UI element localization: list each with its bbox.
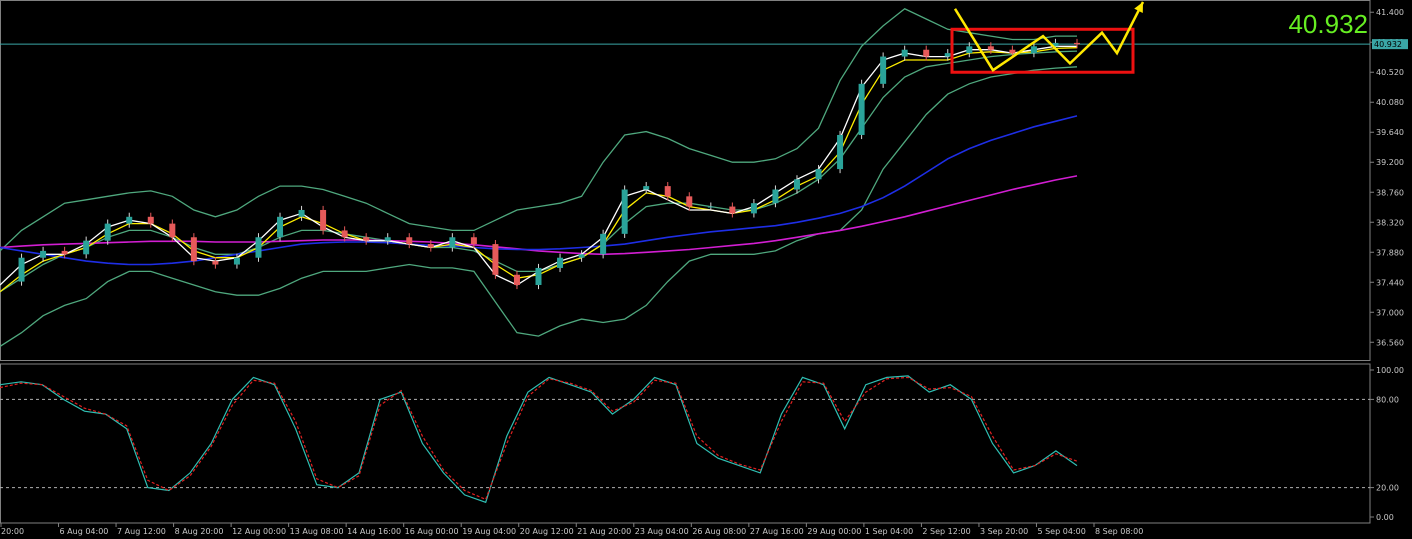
candle-body — [944, 53, 951, 57]
candle-body — [190, 237, 197, 262]
time-tick-label: 19 Aug 04:00 — [462, 527, 516, 536]
current-price-tag-label: 40.932 — [1374, 40, 1402, 49]
candle-body — [729, 206, 736, 214]
candle-body — [664, 186, 671, 197]
price-tick-label: 37.000 — [1376, 308, 1404, 317]
candle-body — [492, 244, 499, 275]
time-tick-label: 3 Sep 20:00 — [980, 527, 1028, 536]
candle-body — [147, 216, 154, 224]
oscillator-tick-label: 20.00 — [1376, 484, 1399, 493]
candle-body — [126, 216, 133, 224]
candle-body — [363, 237, 370, 241]
candle-body — [793, 179, 800, 190]
oscillator-tick-label: 100.00 — [1376, 366, 1404, 375]
candle-body — [815, 169, 822, 180]
price-tick-label: 40.080 — [1376, 98, 1404, 107]
time-tick-label: 23 Aug 04:00 — [635, 527, 689, 536]
time-tick-label: 1 Sep 04:00 — [865, 527, 913, 536]
candle-body — [61, 250, 68, 255]
candle-body — [169, 223, 176, 238]
candle-body — [277, 216, 284, 238]
candle-body — [104, 223, 111, 241]
candle-body — [1074, 42, 1080, 45]
time-tick-label: 13 Aug 08:00 — [290, 527, 344, 536]
candle-body — [449, 237, 456, 248]
chart-background — [0, 0, 1412, 539]
candle-body — [341, 230, 348, 238]
price-tick-label: 40.520 — [1376, 68, 1404, 77]
candle-body — [621, 189, 628, 234]
candle-body — [18, 257, 25, 282]
price-tick-label: 39.640 — [1376, 128, 1404, 137]
candle-body — [513, 274, 520, 285]
candle-body — [600, 233, 607, 255]
candle-body — [901, 49, 908, 57]
candle-body — [578, 254, 585, 258]
time-tick-label: 16 Aug 00:00 — [405, 527, 459, 536]
time-tick-label: 8 Aug 20:00 — [175, 527, 224, 536]
time-tick-label: 20 Aug 12:00 — [520, 527, 574, 536]
price-tick-label: 41.400 — [1376, 8, 1404, 17]
candle-body — [557, 257, 564, 268]
time-tick-label: 6 Aug 04:00 — [60, 527, 109, 536]
candle-body — [1009, 49, 1016, 54]
trading-chart: 41.40040.96040.52040.08039.64039.20038.7… — [0, 0, 1412, 539]
candle-body — [384, 237, 391, 241]
candle-body — [427, 244, 434, 248]
candle-body — [987, 46, 994, 50]
candle-body — [40, 250, 47, 258]
price-tick-label: 36.560 — [1376, 338, 1404, 347]
time-tick-label: 2 Sep 12:00 — [922, 527, 970, 536]
candle-body — [83, 240, 90, 255]
time-tick-label: 29 Aug 00:00 — [807, 527, 861, 536]
price-tick-label: 37.880 — [1376, 248, 1404, 257]
candle-body — [535, 267, 542, 285]
price-tick-label: 37.440 — [1376, 278, 1404, 287]
time-tick-label: 12 Aug 00:00 — [232, 527, 286, 536]
candle-body — [837, 134, 844, 170]
candle-body — [772, 189, 779, 204]
candle-body — [858, 83, 865, 135]
current-price-label: 40.932 — [1288, 9, 1368, 39]
time-tick-label: 27 Aug 16:00 — [750, 527, 804, 536]
time-tick-label: 5 Sep 04:00 — [1037, 527, 1085, 536]
oscillator-tick-label: 80.00 — [1376, 395, 1399, 404]
candle-body — [707, 206, 714, 208]
candle-body — [212, 261, 219, 265]
candle-body — [686, 196, 693, 207]
time-tick-label: 26 Aug 08:00 — [692, 527, 746, 536]
time-tick-label: 14 Aug 16:00 — [347, 527, 401, 536]
candle-body — [643, 186, 650, 190]
candle-body — [255, 237, 262, 258]
candle-body — [233, 257, 240, 265]
candle-body — [880, 56, 887, 84]
candle-body — [470, 237, 477, 245]
oscillator-tick-label: 0.00 — [1376, 513, 1394, 522]
candle-body — [750, 203, 757, 214]
candle-body — [298, 209, 305, 217]
candle-body — [1030, 46, 1037, 54]
time-tick-label: 20:00 — [1, 527, 24, 536]
time-tick-label: 21 Aug 20:00 — [577, 527, 631, 536]
candle-body — [406, 237, 413, 245]
price-tick-label: 39.200 — [1376, 158, 1404, 167]
candle-body — [923, 49, 930, 57]
time-tick-label: 7 Aug 12:00 — [117, 527, 166, 536]
candle-body — [966, 46, 973, 54]
candle-body — [320, 209, 327, 231]
time-tick-label: 8 Sep 08:00 — [1095, 527, 1143, 536]
price-tick-label: 38.320 — [1376, 218, 1404, 227]
price-tick-label: 38.760 — [1376, 188, 1404, 197]
